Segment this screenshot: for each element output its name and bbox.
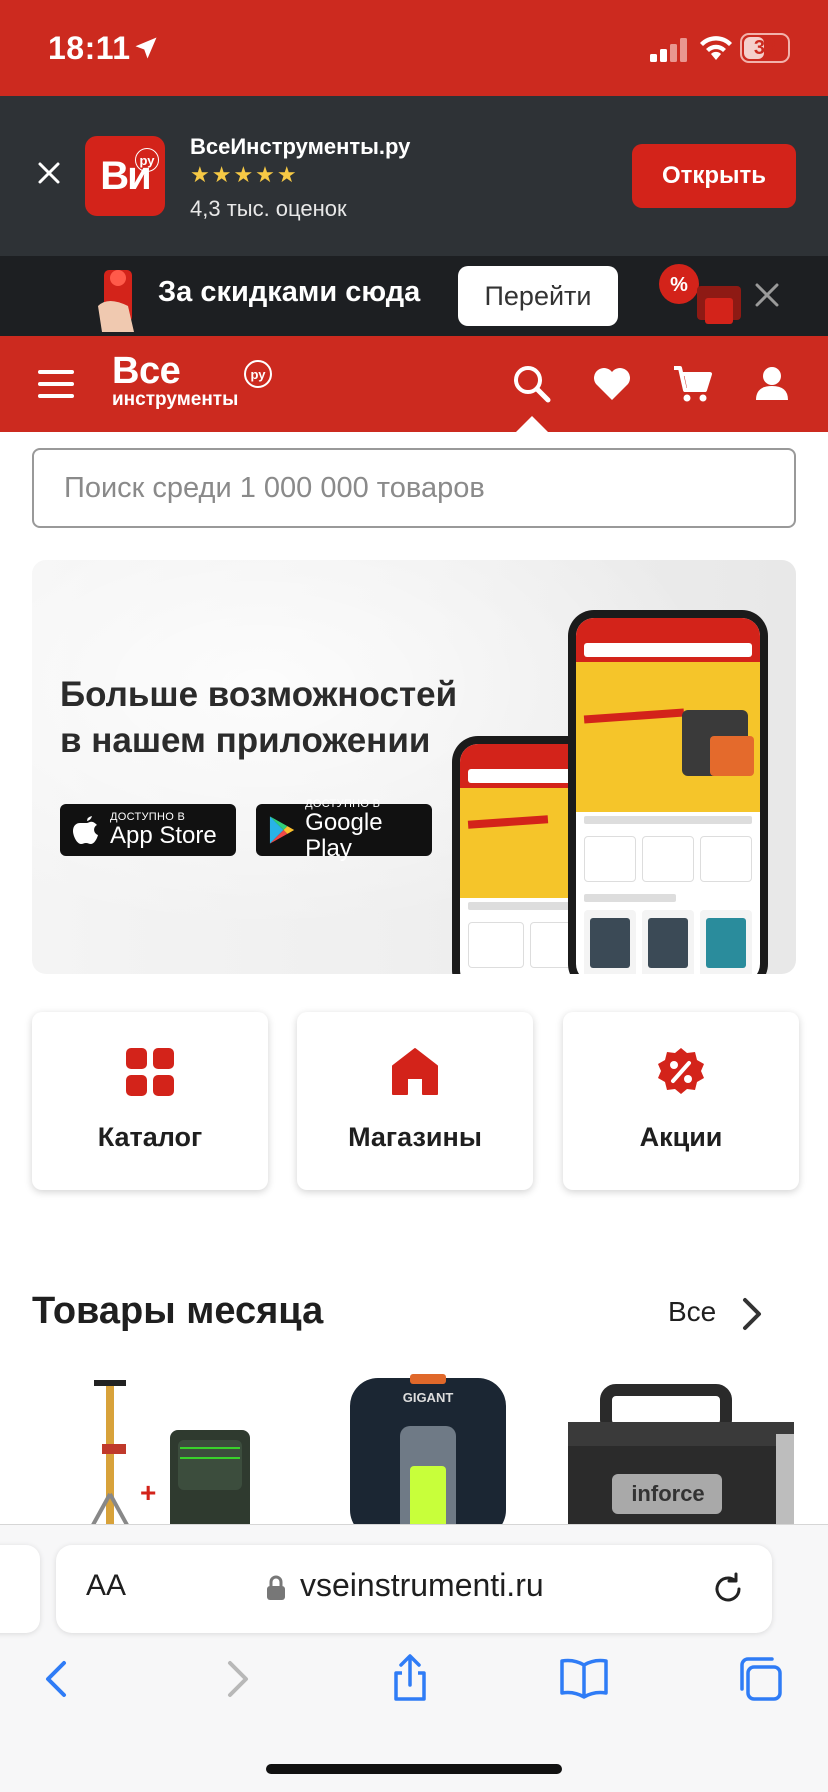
promo-text: За скидками сюда [158, 276, 421, 308]
wifi-icon [700, 36, 732, 60]
svg-text:+: + [140, 1477, 156, 1508]
back-icon[interactable] [32, 1653, 84, 1705]
cellular-signal-icon [650, 38, 687, 62]
forward-icon[interactable] [210, 1653, 262, 1705]
cart-icon[interactable] [670, 362, 714, 406]
work-lamp-icon[interactable]: GIGANT [340, 1374, 510, 1534]
tile-stores[interactable]: Магазины [297, 1012, 533, 1190]
status-time: 18:11 [48, 30, 131, 66]
rating-count: 4,3 тыс. оценок [190, 196, 347, 221]
search-input[interactable] [64, 450, 764, 526]
site-logo-ru: ру [244, 360, 272, 388]
promo-go-button[interactable]: Перейти [458, 266, 618, 326]
hero-title-line2: в нашем приложении [60, 721, 431, 760]
tile-promotions[interactable]: Акции [563, 1012, 799, 1190]
promo-banner[interactable]: За скидками сюда Перейти % [0, 256, 828, 336]
browser-toolbar: AA vseinstrumenti.ru [0, 1524, 828, 1792]
discount-icon [658, 1048, 704, 1094]
open-app-button[interactable]: Открыть [632, 144, 796, 208]
user-icon[interactable] [750, 362, 794, 406]
svg-text:%: % [670, 274, 688, 296]
discount-tag-icon: % [659, 264, 741, 324]
location-arrow-icon [135, 37, 157, 59]
site-logo-main: Все [112, 350, 181, 392]
toolbox-icon[interactable]: inforce [562, 1374, 802, 1534]
smart-app-banner: Ви ру ВсеИнструменты.ру ★★★★★ 4,3 тыс. о… [0, 96, 828, 256]
search-box[interactable] [32, 448, 796, 528]
status-bar: 18:11 33 [0, 0, 828, 96]
close-icon[interactable] [34, 158, 64, 188]
google-play-icon [269, 816, 295, 844]
bookmarks-icon[interactable] [558, 1653, 610, 1705]
share-icon[interactable] [384, 1653, 436, 1705]
previous-tab[interactable] [0, 1545, 40, 1633]
chevron-right-icon[interactable] [740, 1296, 764, 1332]
app-logo: Ви ру [85, 136, 165, 216]
address-bar[interactable]: AA vseinstrumenti.ru [56, 1545, 772, 1633]
menu-icon[interactable] [38, 370, 74, 400]
section-title: Товары месяца [32, 1290, 324, 1332]
site-logo[interactable]: Все инструменты ру [112, 350, 272, 410]
svg-text:inforce: inforce [631, 1481, 704, 1506]
search-pointer [516, 416, 548, 432]
site-logo-sub: инструменты [112, 389, 239, 410]
phone-mockup-front [568, 610, 768, 974]
app-promo-hero[interactable]: Больше возможностей в нашем приложении Д… [32, 560, 796, 974]
close-promo-icon[interactable] [752, 280, 782, 310]
svg-text:GIGANT: GIGANT [403, 1390, 454, 1405]
apple-icon [73, 816, 98, 844]
app-store-label: App Store [110, 822, 217, 849]
google-play-label: Google Play [305, 809, 383, 862]
tabs-icon[interactable] [734, 1653, 786, 1705]
app-store-button[interactable]: ДОСТУПНО В App Store [60, 804, 236, 856]
app-logo-badge: ру [135, 148, 159, 172]
heart-icon[interactable] [590, 362, 634, 406]
grid-icon [126, 1048, 174, 1096]
reader-options-button[interactable]: AA [86, 1569, 126, 1603]
store-icon [392, 1048, 438, 1095]
tile-stores-label: Магазины [348, 1122, 482, 1152]
home-indicator [266, 1764, 562, 1774]
lock-icon [267, 1575, 285, 1600]
tile-catalog-label: Каталог [97, 1122, 203, 1152]
hero-title: Больше возможностей в нашем приложении [60, 672, 500, 764]
laser-level-icon[interactable]: + [80, 1374, 280, 1534]
site-header: Все инструменты ру [0, 336, 828, 432]
hero-title-line1: Больше возможностей [60, 675, 458, 714]
battery-level: 33 [753, 37, 777, 59]
reader-options-label: AA [86, 1569, 127, 1602]
search-icon[interactable] [510, 362, 554, 406]
app-name: ВсеИнструменты.ру [190, 134, 411, 159]
url-text: vseinstrumenti.ru [300, 1567, 544, 1603]
google-play-button[interactable]: ДОСТУПНО В Google Play [256, 798, 432, 862]
tile-promotions-label: Акции [639, 1122, 723, 1152]
battery-icon: 33 [740, 33, 790, 63]
see-all-link[interactable]: Все [668, 1296, 716, 1328]
phone-hand-icon [98, 270, 134, 332]
rating-stars: ★★★★★ [190, 162, 299, 187]
reload-icon[interactable] [710, 1571, 746, 1607]
tile-catalog[interactable]: Каталог [32, 1012, 268, 1190]
page: 18:11 33 Ви ру ВсеИнструменты.ру ★★★★★ 4… [0, 0, 828, 1792]
